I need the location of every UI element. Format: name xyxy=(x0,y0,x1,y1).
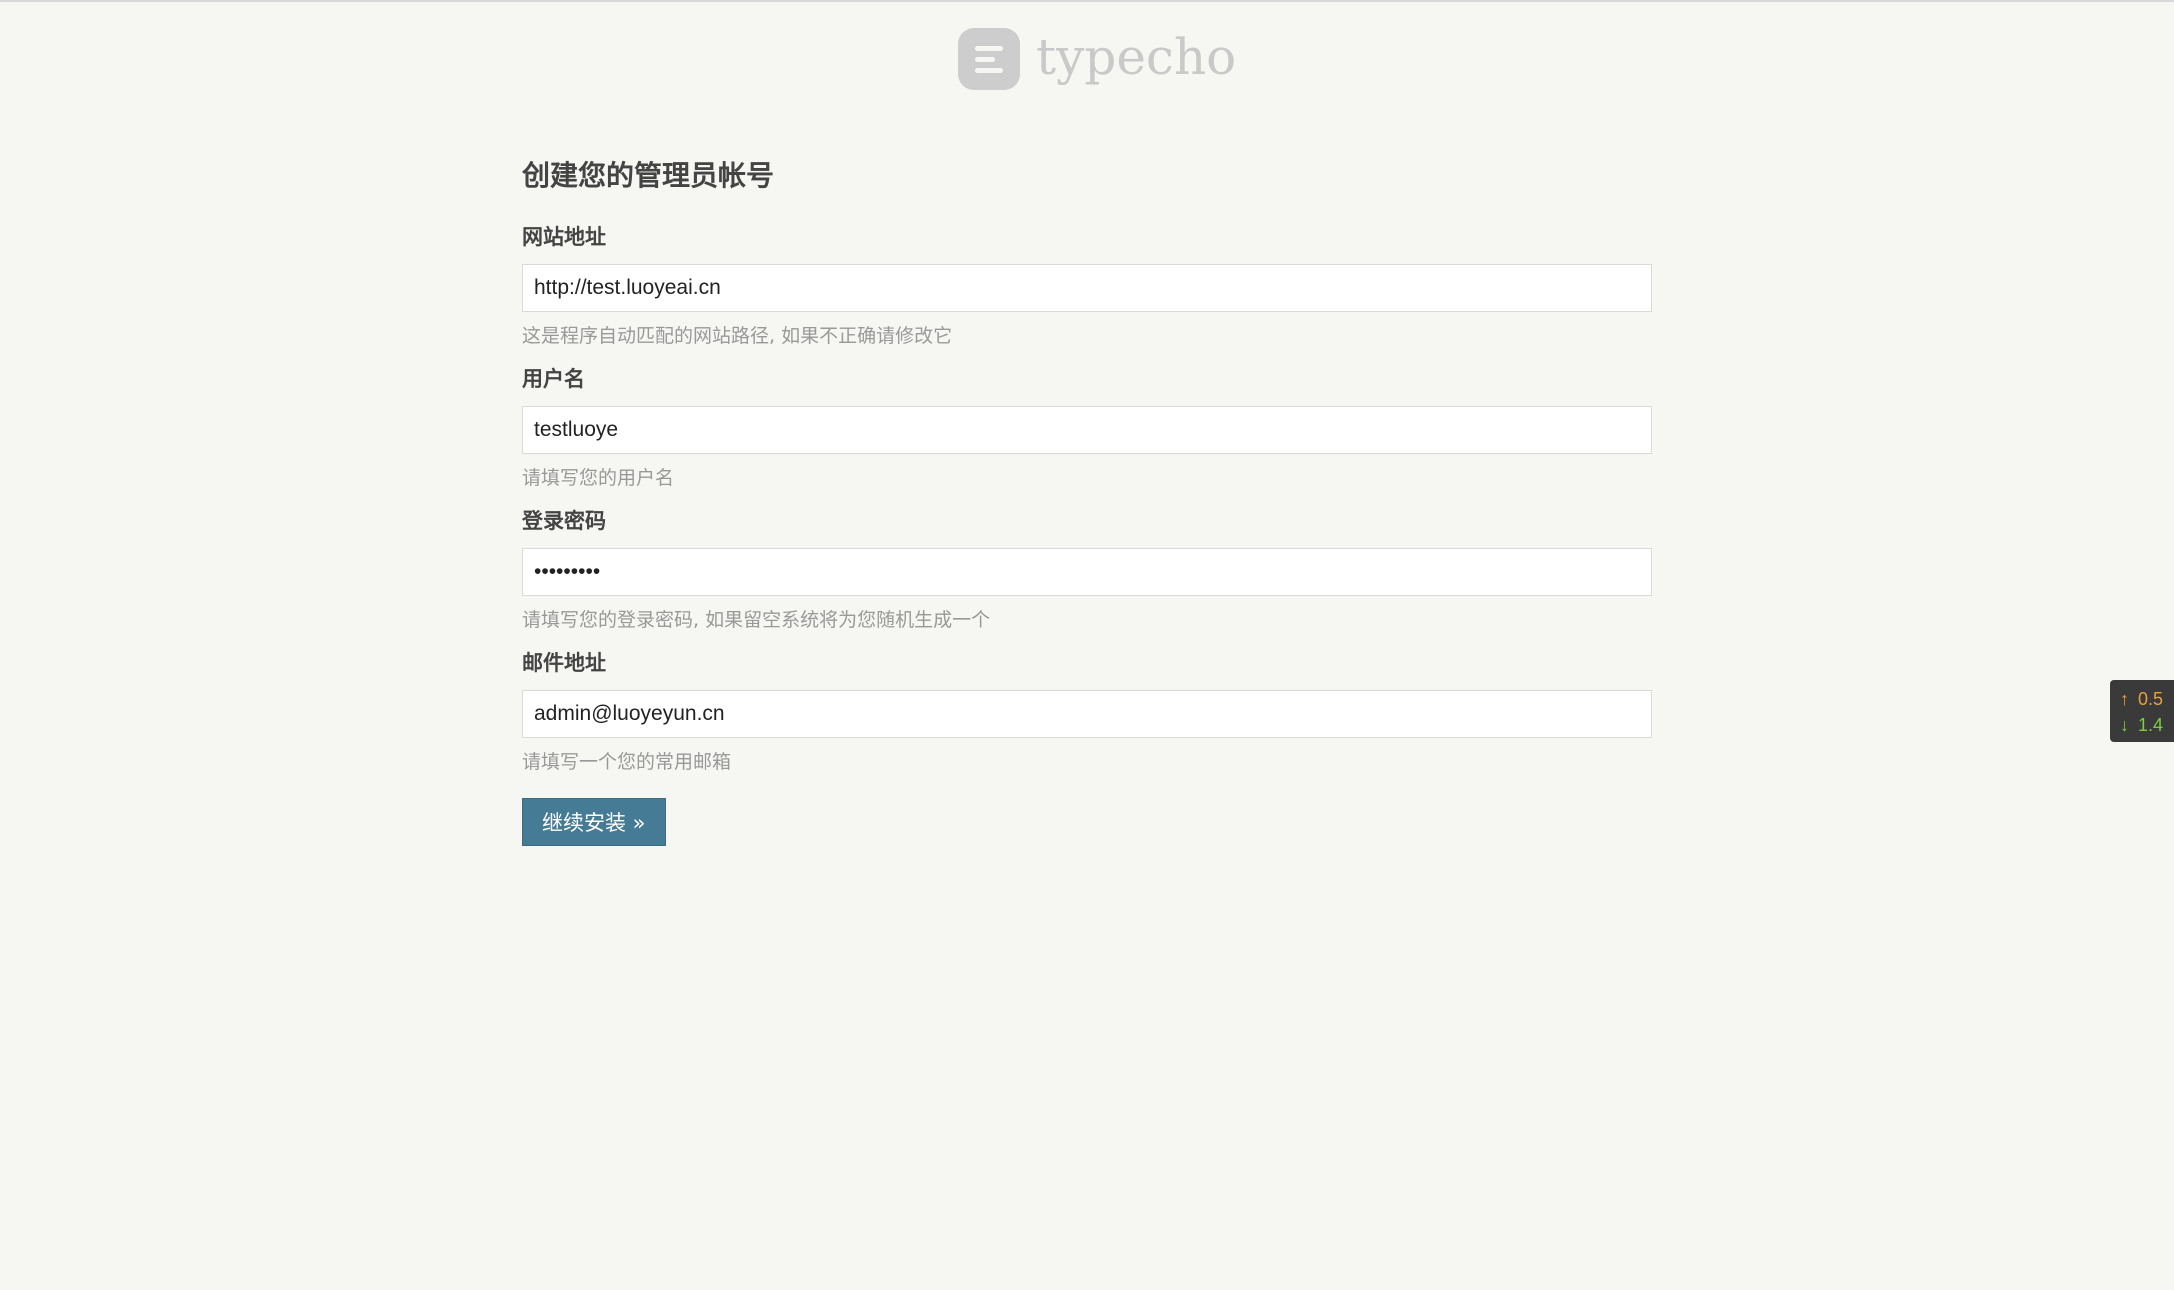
page-title: 创建您的管理员帐号 xyxy=(522,159,775,192)
download-speed-value: 1.4 xyxy=(2138,715,2164,735)
field-password: 登录密码 请填写您的登录密码, 如果留空系统将为您随机生成一个 xyxy=(522,506,1652,634)
typecho-logo-icon xyxy=(958,28,1020,90)
email-label: 邮件地址 xyxy=(522,651,606,675)
username-hint: 请填写您的用户名 xyxy=(522,467,675,489)
field-site-url: 网站地址 这是程序自动匹配的网站路径, 如果不正确请修改它 xyxy=(522,222,1652,350)
email-hint: 请填写一个您的常用邮箱 xyxy=(522,751,732,773)
logo-text: typecho xyxy=(1036,28,1237,86)
site-url-hint: 这是程序自动匹配的网站路径, 如果不正确请修改它 xyxy=(522,325,953,347)
username-input[interactable] xyxy=(522,406,1652,454)
continue-install-button[interactable]: 继续安装 » xyxy=(522,798,666,846)
email-input[interactable] xyxy=(522,690,1652,738)
typecho-logo: typecho xyxy=(958,26,1236,92)
site-url-input[interactable] xyxy=(522,264,1652,312)
field-username: 用户名 请填写您的用户名 xyxy=(522,364,1652,492)
arrow-down-icon: ↓ xyxy=(2120,715,2129,735)
upload-speed-row: ↑ 0.5 xyxy=(2120,686,2174,712)
password-hint: 请填写您的登录密码, 如果留空系统将为您随机生成一个 xyxy=(522,609,991,631)
username-label: 用户名 xyxy=(522,367,585,391)
site-url-label: 网站地址 xyxy=(522,225,606,249)
network-speed-widget[interactable]: ↑ 0.5 ↓ 1.4 xyxy=(2110,680,2174,742)
upload-speed-value: 0.5 xyxy=(2138,689,2164,709)
password-input[interactable] xyxy=(522,548,1652,596)
field-email: 邮件地址 请填写一个您的常用邮箱 xyxy=(522,648,1652,776)
password-label: 登录密码 xyxy=(522,509,606,533)
install-form-container: 创建您的管理员帐号 网站地址 这是程序自动匹配的网站路径, 如果不正确请修改它 … xyxy=(522,156,1652,846)
arrow-up-icon: ↑ xyxy=(2120,689,2129,709)
download-speed-row: ↓ 1.4 xyxy=(2120,712,2174,738)
top-border xyxy=(0,0,2174,2)
